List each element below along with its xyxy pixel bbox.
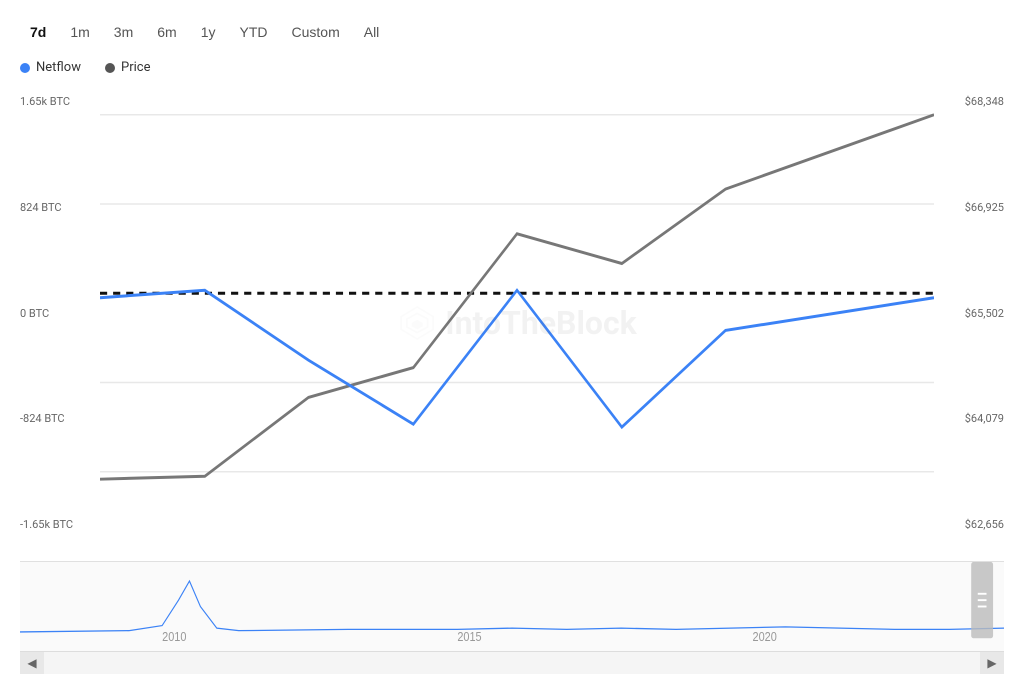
legend-dot-netflow xyxy=(20,63,30,73)
main-chart-area: 1.65k BTC824 BTC0 BTC-824 BTC-1.65k BTC … xyxy=(20,85,1004,561)
legend-item-netflow: Netflow xyxy=(20,60,81,75)
y-axis-left-label: 824 BTC xyxy=(20,201,92,214)
time-btn-6m[interactable]: 6m xyxy=(147,20,186,44)
time-range-bar: 7d1m3m6m1yYTDCustomAll xyxy=(20,20,1004,44)
main-container: 7d1m3m6m1yYTDCustomAll Netflow Price 1.65… xyxy=(0,0,1024,683)
scroll-left-button[interactable]: ◀ xyxy=(20,652,44,674)
mini-chart-inner: 2010 2015 2020 xyxy=(20,562,1004,651)
mini-chart-container: 2010 2015 2020 xyxy=(20,561,1004,651)
y-axis-left-label: -1.65k BTC xyxy=(20,518,92,531)
y-axis-left-label: 0 BTC xyxy=(20,307,92,320)
time-btn-custom[interactable]: Custom xyxy=(282,20,350,44)
y-axis-left: 1.65k BTC 824 BTC 0 BTC -824 BTC -1.65k BTC xyxy=(20,85,100,561)
y-axis-right-label: $66,925 xyxy=(942,201,1004,214)
scroll-right-button[interactable]: ▶ xyxy=(980,652,1004,674)
y-axis-right: $68,348 $66,925 $65,502 $64,079 $62,656 xyxy=(934,85,1004,561)
scroll-track[interactable] xyxy=(44,652,980,674)
time-btn-all[interactable]: All xyxy=(354,20,390,44)
legend-label-price: Price xyxy=(121,60,150,75)
time-btn-3m[interactable]: 3m xyxy=(104,20,143,44)
svg-text:2010: 2010 xyxy=(162,629,187,644)
chart-legend: Netflow Price xyxy=(20,60,1004,75)
svg-text:2015: 2015 xyxy=(457,629,482,644)
time-btn-1m[interactable]: 1m xyxy=(60,20,99,44)
legend-item-price: Price xyxy=(105,60,150,75)
time-btn-1y[interactable]: 1y xyxy=(191,20,226,44)
time-btn-7d[interactable]: 7d xyxy=(20,20,56,44)
scroll-nav: ◀ ▶ xyxy=(20,651,1004,673)
y-axis-left-label: -824 BTC xyxy=(20,412,92,425)
y-axis-right-label: $68,348 xyxy=(942,95,1004,108)
y-axis-right-label: $64,079 xyxy=(942,412,1004,425)
svg-text:2020: 2020 xyxy=(753,629,778,644)
time-btn-ytd[interactable]: YTD xyxy=(230,20,278,44)
y-axis-right-label: $62,656 xyxy=(942,518,1004,531)
legend-label-netflow: Netflow xyxy=(36,60,81,75)
chart-inner: IntoTheBlock 12. Oct13. Oct1 xyxy=(100,85,934,561)
y-axis-left-label: 1.65k BTC xyxy=(20,95,92,108)
legend-dot-price xyxy=(105,63,115,73)
y-axis-right-label: $65,502 xyxy=(942,307,1004,320)
